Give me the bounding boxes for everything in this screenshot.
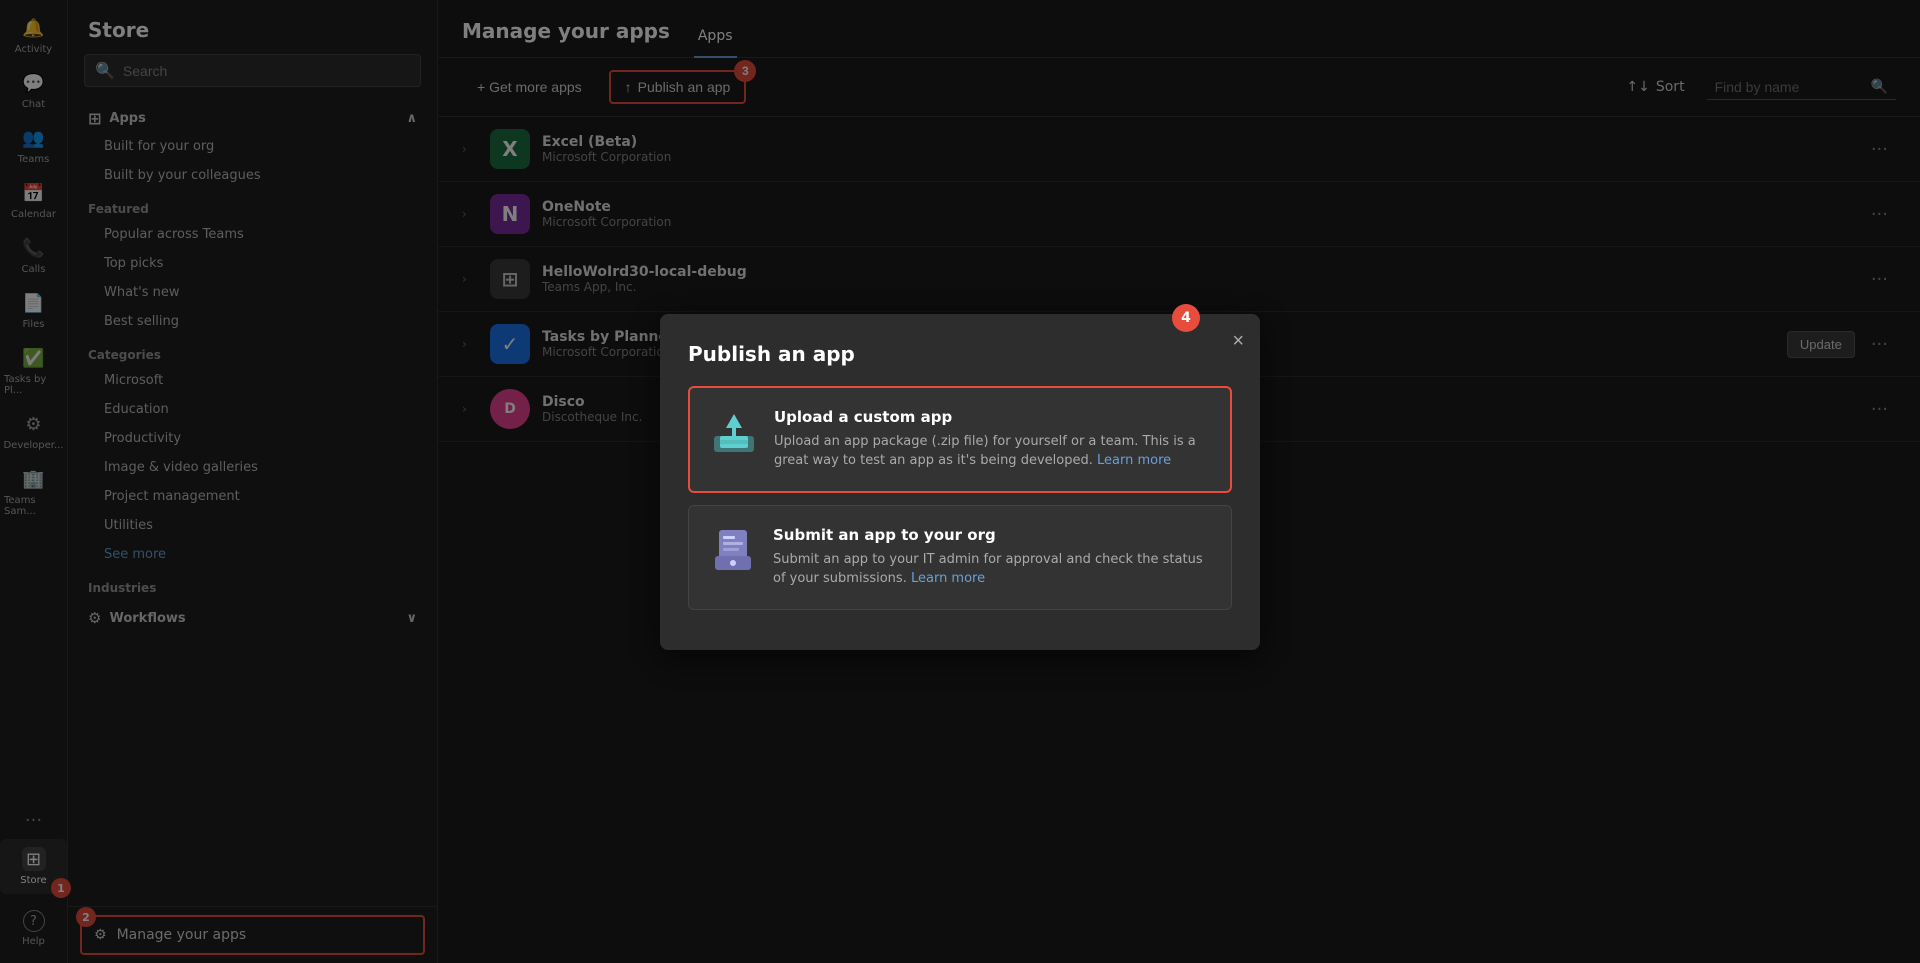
submit-app-option[interactable]: Submit an app to your org Submit an app …: [688, 505, 1232, 610]
upload-option-icon: [710, 408, 758, 456]
upload-custom-app-option[interactable]: Upload a custom app Upload an app packag…: [688, 386, 1232, 493]
submit-option-title: Submit an app to your org: [773, 526, 1211, 544]
submit-learn-more-link[interactable]: Learn more: [911, 571, 985, 586]
upload-option-desc: Upload an app package (.zip file) for yo…: [774, 432, 1210, 471]
publish-app-modal: 4 Publish an app × Upload a custom app U…: [660, 314, 1260, 650]
submit-option-icon: [709, 526, 757, 574]
badge-4: 4: [1172, 304, 1200, 332]
upload-learn-more-link[interactable]: Learn more: [1097, 453, 1171, 468]
modal-overlay[interactable]: 4 Publish an app × Upload a custom app U…: [0, 0, 1920, 963]
upload-option-text: Upload a custom app Upload an app packag…: [774, 408, 1210, 471]
modal-close-button[interactable]: ×: [1232, 330, 1244, 353]
submit-option-text: Submit an app to your org Submit an app …: [773, 526, 1211, 589]
upload-option-title: Upload a custom app: [774, 408, 1210, 426]
modal-title: Publish an app: [688, 342, 1232, 366]
submit-option-desc: Submit an app to your IT admin for appro…: [773, 550, 1211, 589]
